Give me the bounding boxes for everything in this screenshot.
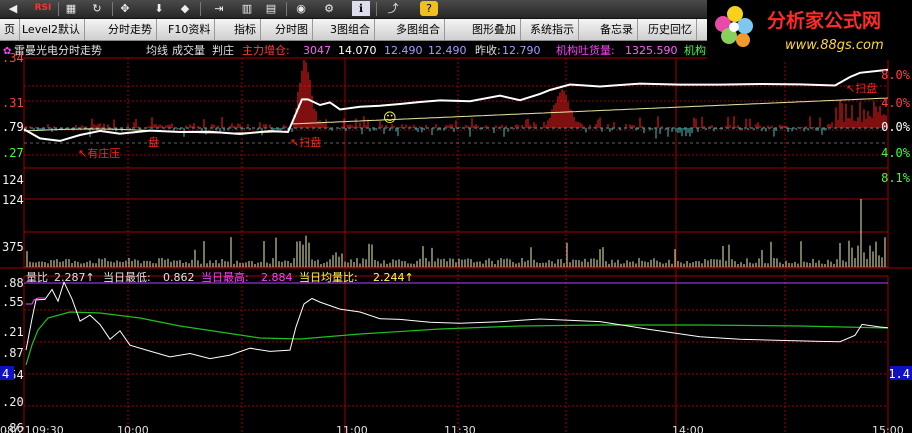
low-value: 0.862 [163, 271, 195, 284]
ratio-left-label-0: .88 [2, 276, 24, 290]
ratio-left-marker-text: 4 [2, 367, 9, 381]
main-inflow-label: 主力增仓: [242, 43, 290, 57]
flower-logo-icon [715, 6, 753, 47]
time-label-6: 15:00 [872, 424, 904, 433]
time-label-1: 09:30 [32, 424, 64, 433]
header-item-0: 均线 [146, 43, 168, 57]
time-label-4: 11:30 [444, 424, 476, 433]
avg-label: 当日均量比: [299, 270, 358, 284]
inflow-bars [25, 60, 887, 139]
ratio-line [25, 280, 889, 360]
ratio-right-label-0: 1.4 [888, 367, 910, 381]
ratio-average-line [25, 311, 889, 366]
high-value: 2.884 [261, 271, 293, 284]
price-right-label-0: 8.0% [881, 68, 911, 82]
inst-value: 1325.590 [625, 44, 678, 57]
value-3: 12.490 [428, 44, 467, 57]
ratio-label: 量比 [26, 271, 48, 284]
logo-url: www.88gs.com [785, 38, 884, 53]
value-2: 12.490 [384, 44, 423, 57]
ratio-left-label-1: .55 [2, 295, 24, 309]
annotation-pressure: ↖有庄压 [78, 146, 120, 160]
price-left-label-0: .34 [2, 51, 24, 65]
stock-title: 雷曼光电分时走势 [14, 43, 102, 57]
main-inflow-value: 3047 [303, 44, 331, 57]
time-label-0: 08/21 [0, 424, 32, 433]
prev-close-value: 12.790 [502, 44, 541, 57]
ratio-left-label-5: .20 [2, 395, 24, 409]
prev-close-label: 昨收: [475, 43, 501, 57]
price-right-label-1: 4.0% [881, 96, 911, 110]
price-right-label-2: 0.0% [881, 120, 911, 134]
price-left-label-3: .27 [2, 146, 24, 160]
annotation-sweep-1: ↖扫盘 [846, 81, 877, 95]
site-logo: 分析家公式网 www.88gs.com [707, 0, 912, 60]
ratio-left-label-3: .87 [2, 346, 24, 360]
ratio-left-label-2: .21 [2, 325, 24, 339]
high-label: 当日最高: [201, 270, 249, 284]
logo-title: 分析家公式网 [767, 9, 881, 32]
time-label-5: 14:00 [672, 424, 704, 433]
ratio-value: 2.287↑ [54, 271, 95, 284]
volume-left-label-1: 124 [2, 193, 24, 207]
annotation-partial: 盘 [148, 135, 159, 149]
price-left-label-2: .79 [2, 120, 24, 134]
inst2-label: 机构 [684, 43, 706, 57]
header-item-1: 成交量 [172, 43, 205, 57]
avg-value: 2.244↑ [373, 271, 414, 284]
intraday-chart: ✿ 雷曼光电分时走势 均线 成交量 判庄 主力增仓: 3047 14.070 12.490 12.… [0, 43, 912, 433]
volume-left-label-2: 375 [2, 240, 24, 254]
price-value: 14.070 [338, 44, 377, 57]
price-left-label-1: .31 [2, 96, 24, 110]
price-right-label-4: 8.1% [881, 171, 911, 185]
grid [0, 57, 912, 433]
volume-bars [26, 199, 886, 267]
inst-label: 机构吐货量: [556, 43, 615, 57]
header-item-2: 判庄 [212, 43, 234, 57]
time-label-3: 11:00 [336, 424, 368, 433]
time-label-2: 10:00 [117, 424, 149, 433]
price-right-label-3: 4.0% [881, 146, 911, 160]
smiley-icon: ☺ [383, 111, 397, 126]
volume-left-label-0: 124 [2, 173, 24, 187]
low-label: 当日最低: [103, 270, 151, 284]
annotation-sweep-2: ↖扫盘 [290, 135, 321, 149]
